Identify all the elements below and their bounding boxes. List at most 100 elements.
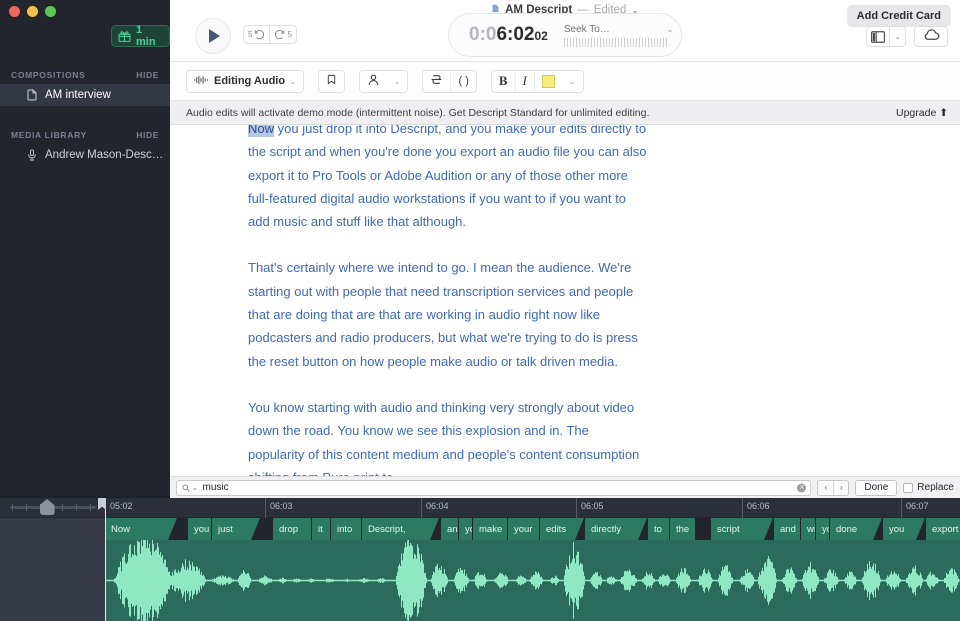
- timeline-playhead[interactable]: [98, 498, 106, 621]
- descript-app-window: 1 min COMPOSITIONS HIDE AM interview MED…: [0, 0, 960, 621]
- timeline-zoom-slider[interactable]: [9, 499, 96, 515]
- bookmark-icon: [326, 73, 337, 89]
- timeline-word-clip[interactable]: you: [188, 518, 211, 540]
- waveform-icon: [194, 74, 208, 89]
- zoom-window-button[interactable]: [45, 6, 56, 17]
- demo-mode-notice: Audio edits will activate demo mode (int…: [170, 101, 960, 125]
- top-bar: AM Descript — Edited ⌄ 5 5 0:06:0202 See…: [170, 0, 960, 62]
- timeline-word-clip[interactable]: wi: [801, 518, 815, 540]
- document-icon: [26, 89, 38, 101]
- sidebar-hide-compositions-button[interactable]: HIDE: [136, 70, 159, 80]
- cloud-icon: [923, 28, 940, 46]
- minimize-window-button[interactable]: [27, 6, 38, 17]
- timeline-word-clip[interactable]: export: [926, 518, 960, 540]
- upgrade-button[interactable]: Upgrade ⬆: [896, 107, 948, 119]
- seek-to-label: Seek To…: [563, 23, 610, 35]
- transcript-editor[interactable]: Now you just drop it into Descript, and …: [170, 125, 960, 476]
- paragraph-text: That's certainly where we intend to go. …: [248, 260, 638, 369]
- timeline-word-clip[interactable]: to: [648, 518, 669, 540]
- timeline-word-clip[interactable]: make: [473, 518, 507, 540]
- parentheses-button[interactable]: ( ): [450, 70, 475, 92]
- strikethrough-icon: [430, 73, 443, 89]
- replace-checkbox[interactable]: [903, 482, 914, 493]
- gift-icon: [118, 30, 131, 43]
- timeline-word-clip[interactable]: Now: [105, 518, 177, 540]
- chevron-down-icon[interactable]: ⌄: [666, 24, 674, 35]
- bookmark-button[interactable]: [319, 71, 344, 92]
- skip-controls: 5 5: [243, 25, 297, 44]
- chevron-down-icon[interactable]: ⌄: [191, 482, 199, 493]
- timeline-word-clip[interactable]: your: [508, 518, 539, 540]
- bookmark-group: [317, 69, 345, 93]
- skip-backward-5-button[interactable]: 5: [244, 26, 269, 43]
- chevron-down-icon[interactable]: ⌄: [890, 32, 905, 41]
- search-next-button[interactable]: ›: [833, 480, 848, 495]
- clear-search-button[interactable]: ✕: [797, 483, 807, 492]
- trial-minutes-badge[interactable]: 1 min: [111, 24, 170, 48]
- editing-mode-label: Editing Audio: [214, 75, 286, 87]
- editing-mode-dropdown[interactable]: Editing Audio ⌄: [187, 71, 303, 92]
- timeline-word-clip[interactable]: and: [774, 518, 800, 540]
- transcript-paragraph[interactable]: That's certainly where we intend to go. …: [248, 256, 648, 372]
- bold-button[interactable]: B: [492, 71, 515, 92]
- timeline-word-clip[interactable]: you: [883, 518, 925, 540]
- cloud-sync-button[interactable]: [914, 26, 948, 47]
- timeline-word-clip[interactable]: script: [711, 518, 773, 540]
- search-prev-button[interactable]: ‹: [818, 481, 833, 495]
- skip-forward-label: 5: [287, 30, 292, 39]
- editing-mode-group: Editing Audio ⌄: [186, 69, 304, 93]
- highlight-color-dropdown[interactable]: ⌄: [562, 71, 583, 92]
- panel-layout-button[interactable]: ⌄: [866, 26, 906, 47]
- timeline-word-clip[interactable]: yo: [459, 518, 472, 540]
- timeline-word-clips[interactable]: NowyoujustdropitintoDescript,anyomakeyou…: [105, 518, 960, 540]
- search-done-button[interactable]: Done: [855, 479, 898, 496]
- timeline-word-clip[interactable]: just: [212, 518, 260, 540]
- italic-button[interactable]: I: [514, 70, 534, 92]
- search-input[interactable]: ⌄ music ✕: [176, 479, 812, 496]
- speaker-dropdown[interactable]: ⌄: [387, 71, 408, 92]
- timeline-word-clip[interactable]: edits: [540, 518, 584, 540]
- speaker-button[interactable]: [360, 71, 387, 92]
- sidebar-item-andrew-mason-audio[interactable]: Andrew Mason-Desc…: [0, 144, 170, 166]
- ruler-tick-label: 06:05: [581, 501, 604, 511]
- timecode-display[interactable]: 0:06:0202: [469, 24, 548, 46]
- timeline-zoom-knob[interactable]: [39, 499, 55, 515]
- add-credit-card-button[interactable]: Add Credit Card: [846, 5, 951, 27]
- timeline-word-clip[interactable]: directly: [585, 518, 647, 540]
- ruler-tick-label: 06:07: [906, 501, 929, 511]
- ruler-tick: 06:03: [265, 498, 293, 518]
- close-window-button[interactable]: [9, 6, 20, 17]
- sidebar-hide-media-library-button[interactable]: HIDE: [136, 130, 159, 140]
- timeline-body[interactable]: 05:02 06:03 06:04 06:05 06:06 06:07 Now you jus…: [98, 498, 960, 621]
- selected-word-highlight[interactable]: Now: [248, 125, 275, 137]
- sidebar-item-am-interview[interactable]: AM interview: [0, 84, 170, 106]
- highlight-color-button[interactable]: [533, 70, 562, 92]
- timeline-ruler[interactable]: 05:02 06:03 06:04 06:05 06:06 06:07: [105, 498, 960, 518]
- timeline-word-clip[interactable]: an: [441, 518, 458, 540]
- transcript-paragraph[interactable]: Now you just drop it into Descript, and …: [248, 125, 648, 233]
- timeline-word-clip[interactable]: Descript,: [362, 518, 439, 540]
- timeline-word-clip[interactable]: it: [312, 518, 330, 540]
- window-traffic-lights: [9, 6, 56, 17]
- timeline-word-clip[interactable]: done: [830, 518, 882, 540]
- text-style-group: B I ⌄: [490, 69, 584, 93]
- rotate-cw-icon: [274, 29, 285, 40]
- transcript-paragraph[interactable]: You know starting with audio and thinkin…: [248, 396, 648, 476]
- audio-waveform[interactable]: [105, 540, 960, 621]
- timecode-frames: 02: [534, 29, 548, 43]
- replace-toggle[interactable]: Replace: [903, 482, 954, 493]
- microphone-icon: [26, 149, 38, 161]
- strikethrough-button[interactable]: [423, 71, 450, 92]
- search-icon: ⌄: [182, 482, 199, 493]
- play-button[interactable]: [195, 18, 231, 54]
- seek-to-control[interactable]: Seek To… ⌄: [563, 23, 674, 47]
- timeline-word-clip[interactable]: drop: [273, 518, 311, 540]
- timeline-word-clip[interactable]: the: [670, 518, 695, 540]
- timeline-word-clip[interactable]: yo: [816, 518, 829, 540]
- seek-scrubber[interactable]: [563, 37, 668, 47]
- sidebar: 1 min COMPOSITIONS HIDE AM interview MED…: [0, 0, 170, 495]
- play-icon: [209, 29, 220, 43]
- timeline-word-clip[interactable]: into: [331, 518, 361, 540]
- skip-forward-5-button[interactable]: 5: [269, 26, 295, 43]
- ruler-tick: 06:04: [421, 498, 449, 518]
